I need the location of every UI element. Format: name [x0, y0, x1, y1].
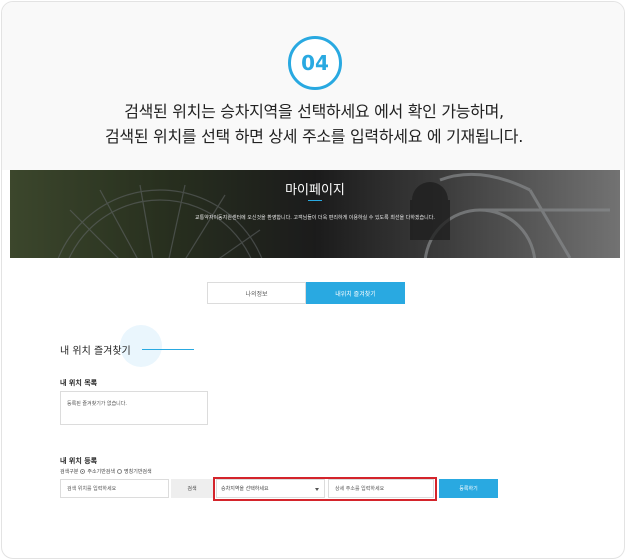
section-title: 내 위치 즐겨찾기 — [60, 346, 131, 357]
mypage-tabs: 나의정보 내위치 즐겨찾기 — [207, 282, 405, 304]
guide-header: 04 검색된 위치는 승차지역을 선택하세요 에서 확인 가능하며, 검색된 위… — [2, 2, 624, 170]
search-type-options: 검색구분 주소기반검색 명칭기반검색 — [60, 468, 152, 475]
guide-card: 04 검색된 위치는 승차지역을 선택하세요 에서 확인 가능하며, 검색된 위… — [1, 1, 625, 559]
caption-line-1: 검색된 위치는 승차지역을 선택하세요 에서 확인 가능하며, — [124, 102, 504, 121]
radio-name-search-label[interactable]: 명칭기반검색 — [124, 468, 152, 475]
step-number: 04 — [301, 51, 329, 75]
banner-divider — [308, 200, 322, 201]
step-badge: 04 — [288, 36, 342, 90]
section-title-underline — [142, 349, 194, 350]
banner-description: 교통약자이동지원센터에 오신것을 환영합니다. 고객님들이 더욱 편리하게 이용… — [195, 215, 435, 221]
tab-my-info[interactable]: 나의정보 — [207, 282, 306, 304]
radio-address-search-label[interactable]: 주소기반검색 — [87, 468, 115, 475]
tab-favorite-locations[interactable]: 내위치 즐겨찾기 — [306, 282, 405, 304]
location-list-title: 내 위치 목록 — [60, 379, 98, 387]
caption-line-2: 검색된 위치를 선택 하면 상세 주소를 입력하세요 에 기재됩니다. — [105, 127, 523, 146]
search-button[interactable]: 검색 — [171, 479, 213, 498]
radio-name-search[interactable] — [117, 469, 123, 474]
location-search-input[interactable]: 검색 위치를 입력하세요 — [60, 479, 169, 498]
highlight-box — [213, 477, 437, 501]
search-type-label: 검색구분 — [60, 469, 79, 475]
mypage-banner: 마이페이지 교통약자이동지원센터에 오신것을 환영합니다. 고객님들이 더욱 편… — [10, 170, 620, 258]
location-list-empty-text: 등록된 즐겨찾기가 없습니다. — [67, 401, 127, 407]
register-button[interactable]: 등록하기 — [439, 479, 498, 498]
location-list-box: 등록된 즐겨찾기가 없습니다. — [60, 391, 208, 425]
register-title: 내 위치 등록 — [60, 457, 98, 465]
banner-title: 마이페이지 — [285, 183, 345, 198]
radio-address-search[interactable] — [80, 469, 86, 474]
location-search-placeholder: 검색 위치를 입력하세요 — [67, 486, 117, 492]
